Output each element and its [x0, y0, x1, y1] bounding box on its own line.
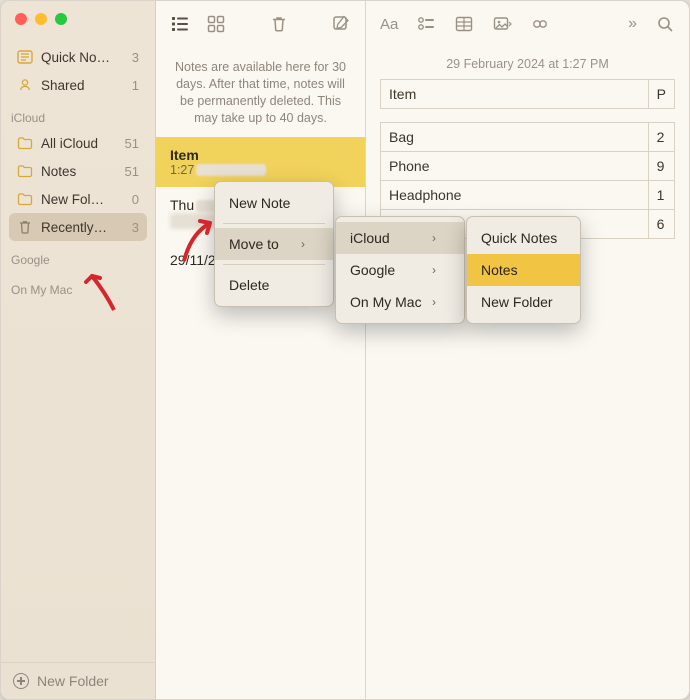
delete-note-button[interactable]: [269, 14, 289, 34]
table-cell[interactable]: Headphone: [381, 181, 649, 210]
sidebar-section-onmymac-head: On My Mac: [1, 271, 155, 301]
table-cell[interactable]: Bag: [381, 123, 649, 152]
note-editor: Aa » 29 February 2024 at 1:27 PM Item P …: [366, 1, 689, 699]
menu-separator: [223, 264, 325, 265]
folder-icon: [17, 191, 33, 207]
sidebar-section-icloud-head: iCloud: [1, 99, 155, 129]
sidebar-item-count: 51: [125, 136, 139, 151]
context-menu: New Note Move to› Delete: [214, 181, 334, 307]
sidebar-item-count: 3: [132, 50, 139, 65]
deleted-notes-info: Notes are available here for 30 days. Af…: [156, 47, 365, 137]
submenu-onmymac[interactable]: On My Mac›: [336, 286, 464, 318]
sidebar-item-label: Quick No…: [41, 50, 110, 65]
sidebar-item-label: All iCloud: [41, 136, 98, 151]
trash-icon: [17, 219, 33, 235]
submenu-arrow-icon: ›: [301, 237, 305, 251]
window-controls: [1, 1, 155, 43]
sidebar-item-label: Notes: [41, 164, 76, 179]
menu-delete[interactable]: Delete: [215, 269, 333, 301]
note-table-wrap: Item P Bag2 Phone9 Headphone1 6: [366, 79, 689, 239]
table-button[interactable]: [454, 14, 474, 34]
sidebar-item-label: Shared: [41, 78, 85, 93]
sidebar-item-all-icloud[interactable]: All iCloud 51: [9, 129, 147, 157]
sidebar-item-label: New Fol…: [41, 192, 104, 207]
font-style-button[interactable]: Aa: [380, 16, 398, 33]
sidebar-item-quick-notes[interactable]: Quick No… 3: [9, 43, 147, 71]
sidebar-item-count: 3: [132, 220, 139, 235]
submenu-icloud[interactable]: iCloud›: [336, 222, 464, 254]
more-toolbar-button[interactable]: »: [628, 15, 637, 33]
submenu-quick-notes[interactable]: Quick Notes: [467, 222, 580, 254]
new-folder-label: New Folder: [37, 673, 109, 689]
table-cell[interactable]: 9: [648, 152, 674, 181]
table-cell[interactable]: 6: [648, 210, 674, 239]
view-list-button[interactable]: [170, 14, 190, 34]
table-head-cell[interactable]: P: [648, 80, 674, 109]
submenu-accounts: iCloud› Google› On My Mac›: [335, 216, 465, 324]
checklist-button[interactable]: [416, 14, 436, 34]
zoom-window-button[interactable]: [55, 13, 67, 25]
shared-icon: [17, 77, 33, 93]
plus-circle-icon: [13, 673, 29, 689]
sidebar-item-notes[interactable]: Notes 51: [9, 157, 147, 185]
editor-toolbar: Aa »: [366, 1, 689, 47]
note-table[interactable]: Item P Bag2 Phone9 Headphone1 6: [380, 79, 675, 239]
app-window: Quick No… 3 Shared 1 iCloud All iCloud 5…: [0, 0, 690, 700]
note-title: Item: [170, 147, 351, 163]
note-date: 29 February 2024 at 1:27 PM: [366, 47, 689, 79]
submenu-notes[interactable]: Notes: [467, 254, 580, 286]
close-window-button[interactable]: [15, 13, 27, 25]
link-button[interactable]: [530, 14, 550, 34]
submenu-new-folder[interactable]: New Folder: [467, 286, 580, 318]
sidebar-item-shared[interactable]: Shared 1: [9, 71, 147, 99]
table-head-cell[interactable]: Item: [381, 80, 649, 109]
menu-move-to[interactable]: Move to›: [215, 228, 333, 260]
menu-separator: [223, 223, 325, 224]
table-cell[interactable]: 2: [648, 123, 674, 152]
menu-new-note[interactable]: New Note: [215, 187, 333, 219]
sidebar-item-recently-deleted[interactable]: Recently… 3: [9, 213, 147, 241]
table-cell[interactable]: 1: [648, 181, 674, 210]
minimize-window-button[interactable]: [35, 13, 47, 25]
redacted-text: [196, 164, 266, 176]
submenu-arrow-icon: ›: [432, 295, 436, 309]
sidebar-item-count: 1: [132, 78, 139, 93]
submenu-google[interactable]: Google›: [336, 254, 464, 286]
sidebar-item-count: 51: [125, 164, 139, 179]
new-folder-button[interactable]: New Folder: [1, 662, 155, 699]
compose-button[interactable]: [331, 14, 351, 34]
submenu-folders: Quick Notes Notes New Folder: [466, 216, 581, 324]
note-list-column: Notes are available here for 30 days. Af…: [156, 1, 366, 699]
note-item-selected[interactable]: Item 1:27: [156, 137, 365, 187]
sidebar: Quick No… 3 Shared 1 iCloud All iCloud 5…: [1, 1, 156, 699]
sidebar-section-google-head: Google: [1, 241, 155, 271]
note-title: Thu: [170, 197, 194, 213]
submenu-arrow-icon: ›: [432, 231, 436, 245]
table-cell[interactable]: Phone: [381, 152, 649, 181]
media-button[interactable]: [492, 14, 512, 34]
folder-icon: [17, 163, 33, 179]
sidebar-item-count: 0: [132, 192, 139, 207]
sidebar-item-label: Recently…: [41, 220, 107, 235]
folder-icon: [17, 135, 33, 151]
search-button[interactable]: [655, 14, 675, 34]
view-grid-button[interactable]: [206, 14, 226, 34]
list-toolbar: [156, 1, 365, 47]
sidebar-item-new-folder[interactable]: New Fol… 0: [9, 185, 147, 213]
note-subtitle: 1:27: [170, 163, 194, 177]
quick-notes-icon: [17, 49, 33, 65]
submenu-arrow-icon: ›: [432, 263, 436, 277]
